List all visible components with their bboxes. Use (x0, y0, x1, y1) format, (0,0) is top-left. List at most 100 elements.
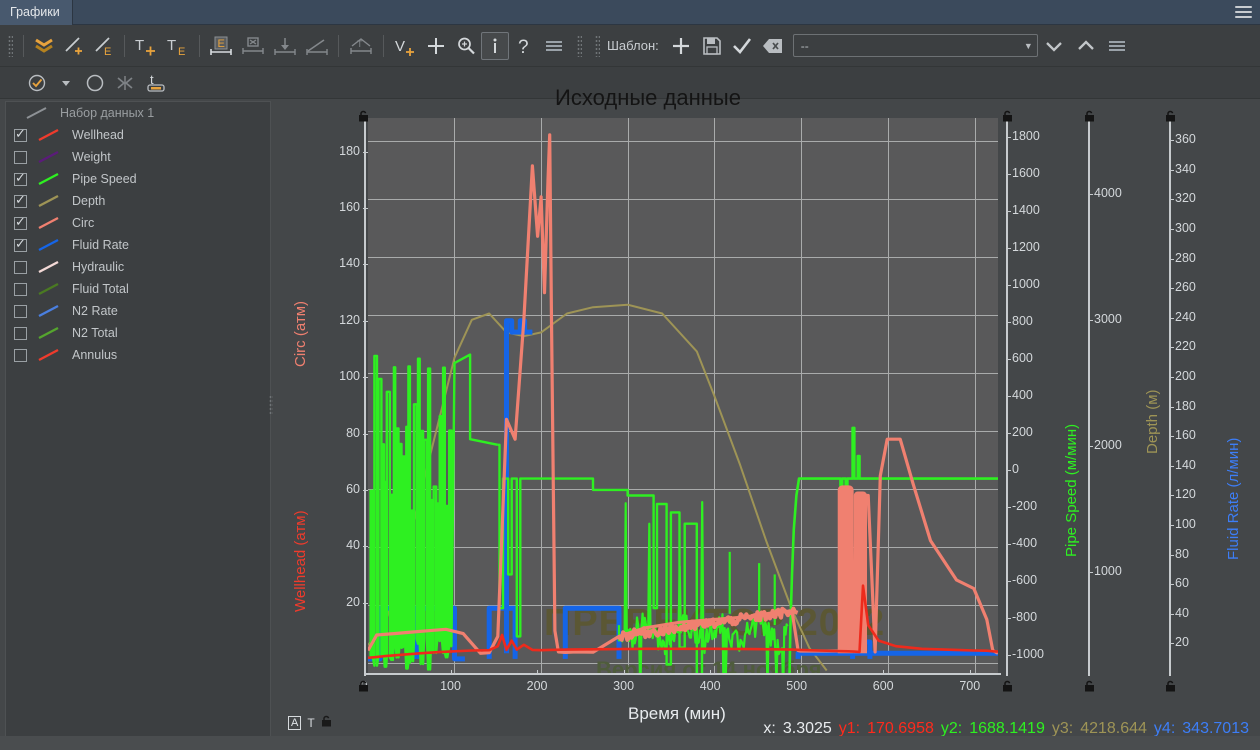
axis-tick-label: 120 (1175, 487, 1196, 502)
axis-tick-label: 1600 (1012, 165, 1040, 180)
template-select[interactable]: -- ▼ (792, 34, 1038, 57)
trace-fluid-rate-5 (795, 650, 998, 659)
window-tab-graphs[interactable]: Графики (0, 0, 73, 25)
template-label: Шаблон: (607, 38, 659, 53)
chevron-up-icon[interactable] (1070, 32, 1102, 60)
svg-text:E: E (178, 46, 185, 57)
template-apply-icon[interactable] (727, 32, 757, 60)
collapse-arrows-icon[interactable] (110, 69, 140, 97)
info-icon[interactable] (481, 31, 509, 60)
axis-lock-icon[interactable] (1165, 679, 1176, 692)
dataset-row[interactable]: Weight (6, 146, 270, 168)
window-tab-label: Графики (10, 5, 60, 19)
toolbar-grip-3[interactable] (593, 33, 602, 59)
add-icon[interactable] (421, 32, 451, 60)
axis-tick-mark (1006, 543, 1011, 545)
help-icon[interactable]: ? (509, 32, 539, 60)
dataset-series-list: Wellhead Weight Pipe Speed Depth Circ Fluid R… (6, 124, 270, 366)
readout-y2-value: 1688.1419 (969, 720, 1045, 737)
series-checkbox[interactable] (14, 326, 27, 340)
x-tick-mark (537, 670, 539, 675)
axis-lock-icon[interactable] (1084, 679, 1095, 692)
trace-circ-block-1 (837, 485, 854, 654)
angle-icon[interactable] (301, 32, 333, 60)
drop-marker-icon[interactable] (269, 32, 301, 60)
empty-circle-icon[interactable] (80, 69, 110, 97)
dataset-row[interactable]: Hydraulic (6, 256, 270, 278)
axis-lock-icon[interactable] (1165, 109, 1176, 122)
axis-tick-mark (363, 489, 368, 491)
chevron-down-icon[interactable] (1038, 32, 1070, 60)
toolbar-grip-2[interactable] (575, 33, 584, 59)
time-baseline-icon[interactable]: t (140, 69, 172, 97)
axis-lock-icon[interactable] (358, 679, 369, 692)
dataset-row[interactable]: Annulus (6, 344, 270, 366)
distance-icon[interactable]: T (344, 32, 378, 60)
y3-axis-line (1088, 115, 1090, 676)
axis-tick-mark (1169, 169, 1174, 171)
dataset-row[interactable]: Circ (6, 212, 270, 234)
series-checkbox[interactable] (14, 150, 27, 164)
series-checkbox[interactable] (14, 170, 27, 186)
series-checkbox[interactable] (14, 126, 27, 142)
axis-lock-icon[interactable] (1002, 109, 1013, 122)
axis-lock-icon[interactable] (1002, 679, 1013, 692)
edit-text-icon[interactable]: T E (162, 32, 194, 60)
series-checkbox[interactable] (14, 214, 27, 230)
dataset-row[interactable]: N2 Total (6, 322, 270, 344)
axis-tick-label: 100 (1175, 517, 1196, 531)
dropdown-arrow-icon[interactable] (52, 69, 80, 97)
x-tick-mark (450, 670, 452, 675)
annotate-e-icon[interactable]: E (205, 32, 237, 60)
edit-line-icon[interactable]: E (89, 32, 119, 60)
dataset-row[interactable]: Fluid Rate (6, 234, 270, 256)
splitter-handle[interactable] (268, 395, 274, 415)
dataset-row[interactable]: Fluid Total (6, 278, 270, 300)
series-checkbox[interactable] (14, 348, 27, 362)
axis-tick-mark (1169, 317, 1174, 319)
toolbar-grip[interactable] (6, 33, 15, 59)
series-checkbox[interactable] (14, 236, 27, 252)
dataset-row[interactable]: Depth (6, 190, 270, 212)
x-tick-label: 200 (526, 679, 548, 693)
lock-icon[interactable] (321, 714, 332, 732)
add-text-icon[interactable]: T (130, 32, 162, 60)
series-label: Annulus (72, 348, 118, 362)
window-menu-button[interactable] (1226, 0, 1260, 25)
axis-tick-mark (1169, 377, 1174, 378)
zoom-icon[interactable] (451, 32, 481, 60)
series-label: Fluid Total (72, 282, 129, 296)
axis-tick-label: -800 (1012, 609, 1038, 624)
readout-y2-key: y2: (940, 720, 963, 737)
axis-lock-icon[interactable] (358, 109, 369, 122)
axis-tick-label: 320 (1175, 191, 1196, 206)
series-checkbox[interactable] (14, 282, 27, 296)
plot-canvas[interactable]: ПРЕВЕКТОР 2022 Версия от 14 ноября (368, 118, 998, 673)
series-checkbox[interactable] (14, 304, 27, 318)
dataset-group-header[interactable]: Набор данных 1 (6, 102, 270, 124)
autoscale-a-icon[interactable]: A (288, 716, 302, 730)
add-vertical-icon[interactable]: V (389, 32, 421, 60)
delete-annotation-icon[interactable] (237, 32, 269, 60)
template-add-icon[interactable] (665, 32, 697, 60)
options-menu-icon[interactable] (1102, 32, 1132, 60)
axis-lock-icon[interactable] (1084, 109, 1095, 122)
axis-tick-mark (363, 208, 368, 210)
text-t-icon[interactable]: T (307, 716, 314, 730)
series-checkbox[interactable] (14, 260, 27, 274)
add-line-icon[interactable] (59, 32, 89, 60)
chevrons-down-icon[interactable] (29, 32, 59, 60)
dataset-row[interactable]: Wellhead (6, 124, 270, 146)
axis-tick-label: 160 (1175, 428, 1196, 443)
template-clear-icon[interactable] (757, 32, 789, 60)
axis-tick-mark (1006, 432, 1011, 434)
dataset-row[interactable]: Pipe Speed (6, 168, 270, 190)
readout-y3-value: 4218.644 (1080, 720, 1147, 737)
check-circle-icon[interactable] (22, 69, 52, 97)
template-save-icon[interactable] (697, 32, 727, 60)
dataset-row[interactable]: N2 Rate (6, 300, 270, 322)
svg-text:T: T (167, 37, 176, 54)
series-color-swatch-icon (36, 348, 62, 362)
series-checkbox[interactable] (14, 192, 27, 208)
list-menu-icon[interactable] (539, 32, 569, 60)
